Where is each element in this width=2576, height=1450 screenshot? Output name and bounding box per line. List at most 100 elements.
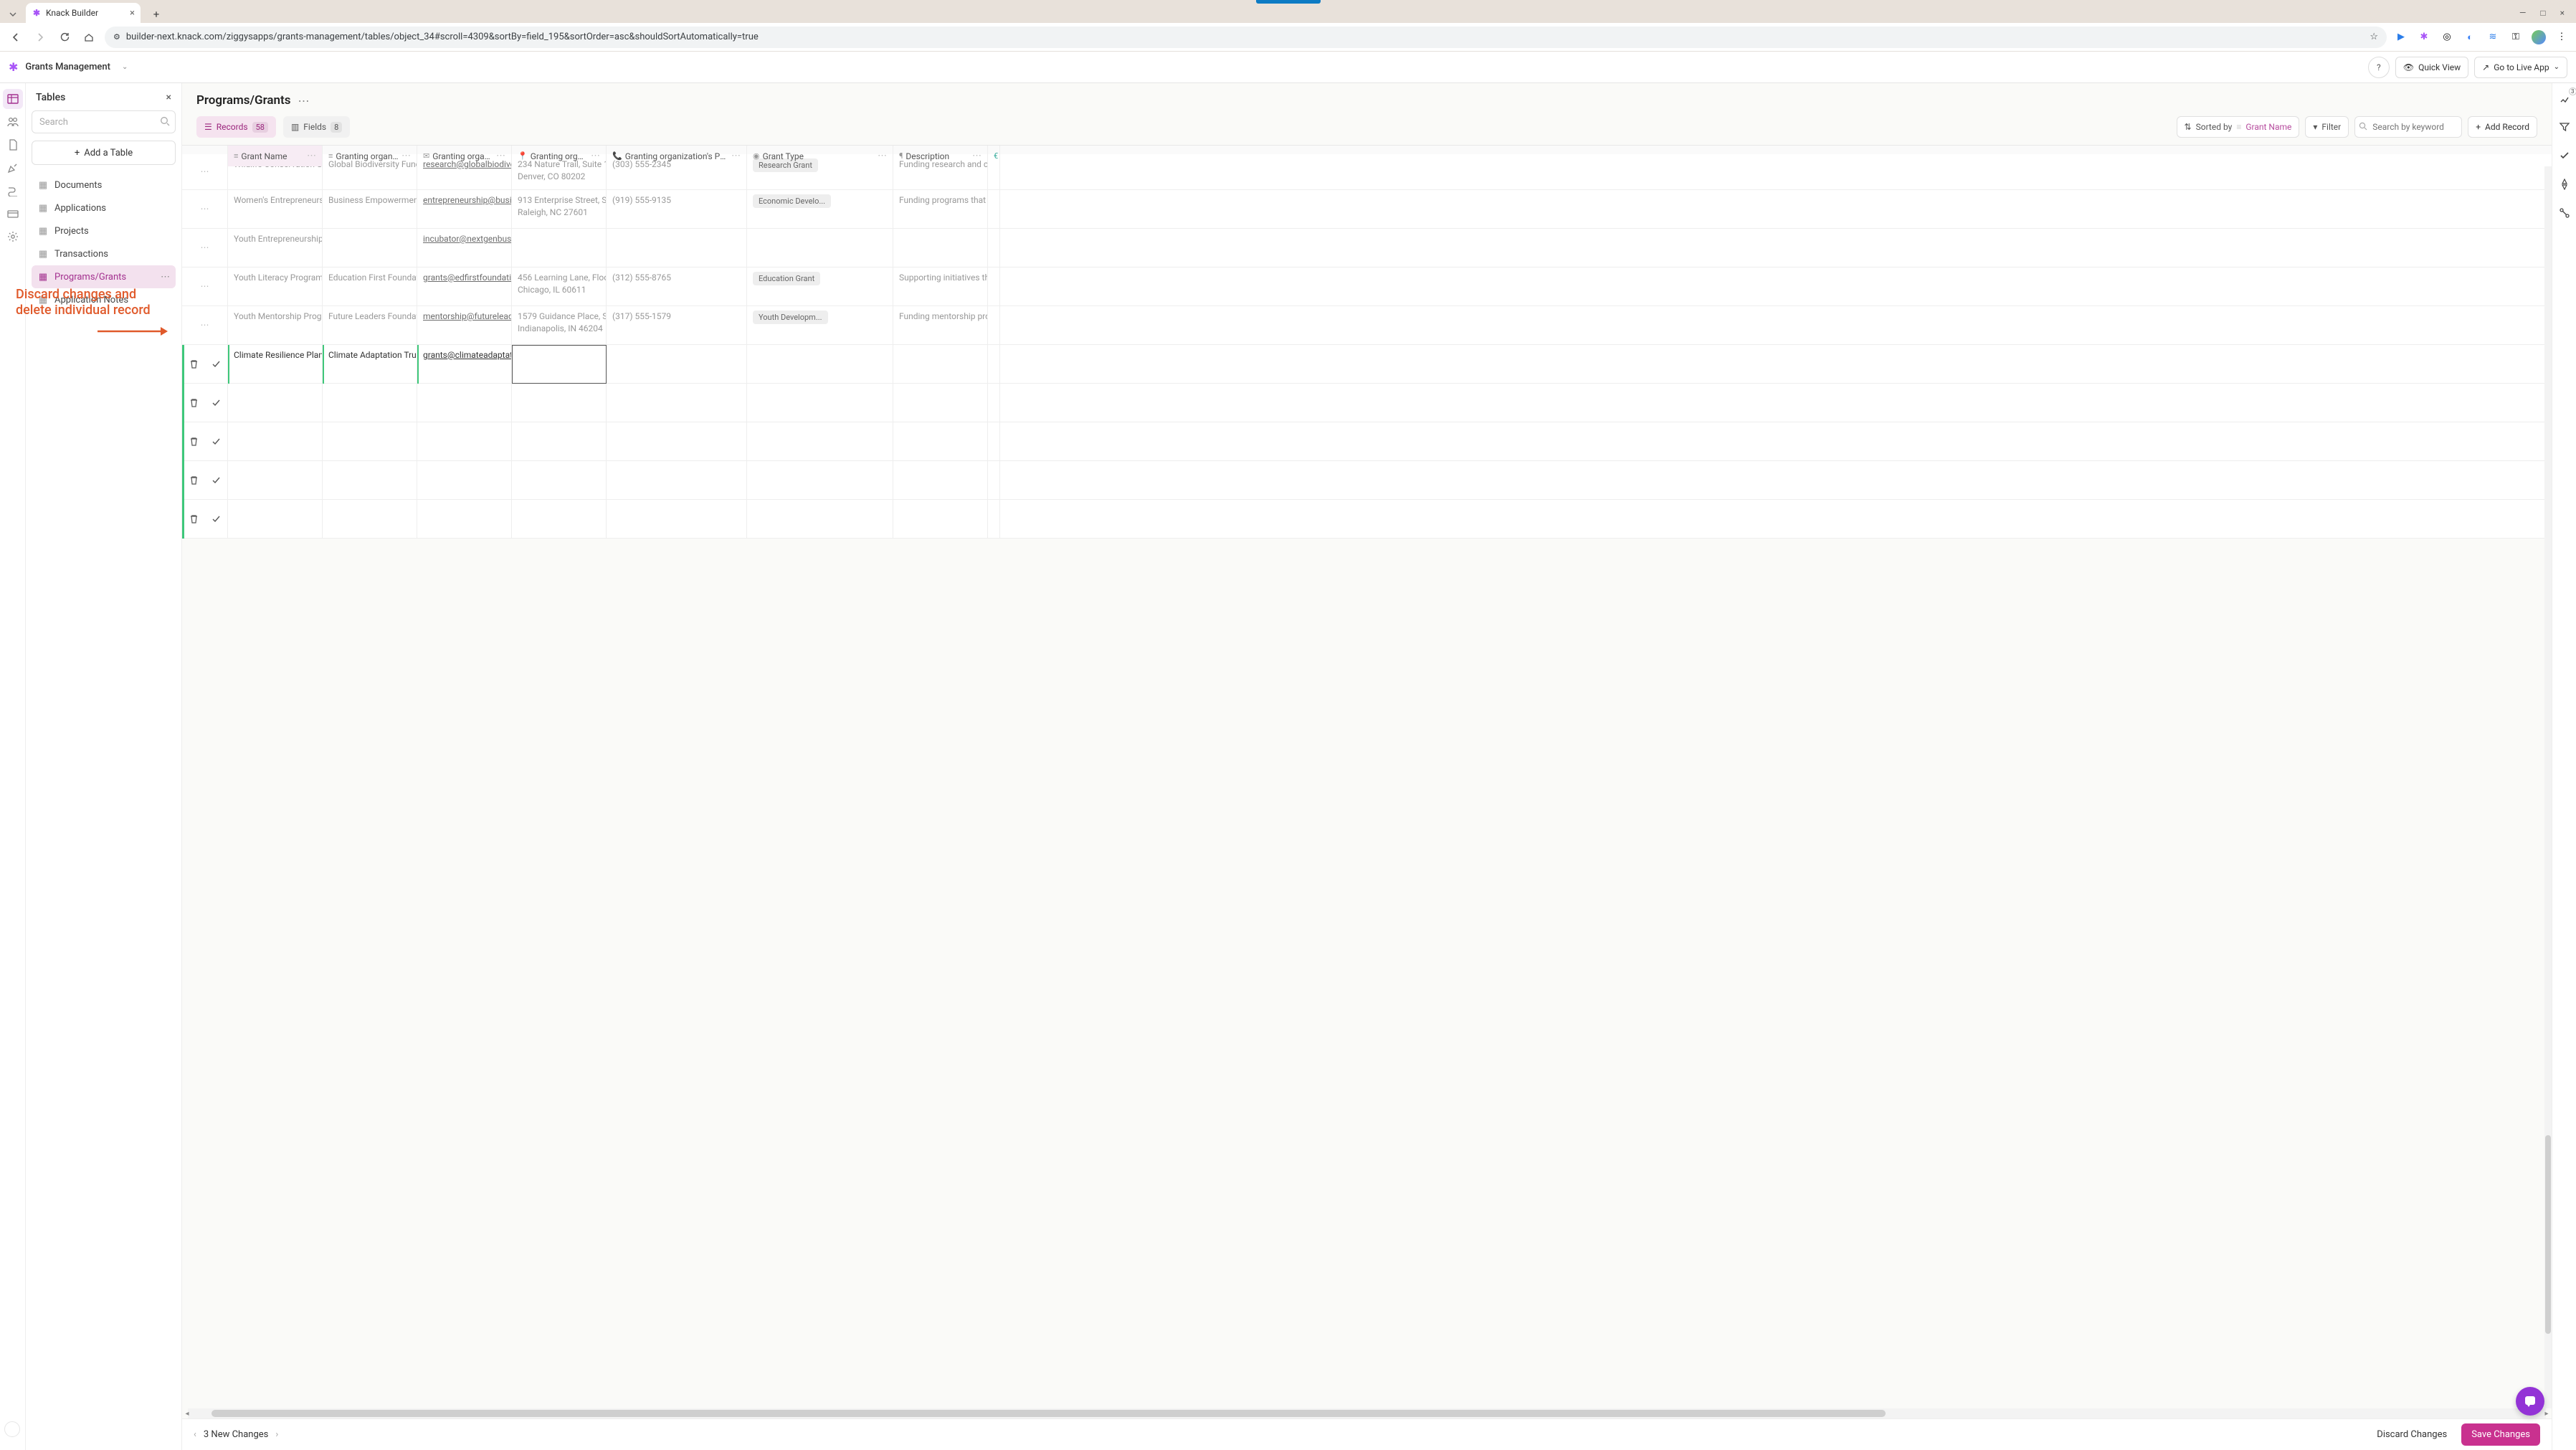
confirm-row-icon[interactable]: [212, 359, 221, 369]
prev-changes-icon[interactable]: ‹: [194, 1429, 196, 1440]
cell-grant-type[interactable]: Youth Developm...: [747, 306, 893, 344]
cell-phone[interactable]: [607, 229, 747, 267]
row-menu-icon[interactable]: ⋯: [182, 306, 228, 344]
new-table-row[interactable]: [182, 384, 2552, 422]
table-row[interactable]: ⋯Youth Mentorship ProgramFuture Leaders …: [182, 306, 2552, 345]
table-row[interactable]: ⋯Youth Literacy ProgramEducation First F…: [182, 267, 2552, 306]
rail-pages-icon[interactable]: [3, 135, 23, 155]
cell-granting-org[interactable]: Future Leaders Foundation: [323, 306, 417, 344]
fields-tab[interactable]: ▥ Fields 8: [283, 116, 350, 138]
forward-button[interactable]: [32, 29, 49, 46]
cell-grant-name[interactable]: Women's Entrepreneursh...: [228, 190, 323, 228]
confirm-row-icon[interactable]: [212, 514, 221, 523]
maximize-icon[interactable]: □: [2540, 8, 2545, 18]
rail-settings-icon[interactable]: [3, 227, 23, 247]
filter-button[interactable]: ▾ Filter: [2305, 116, 2349, 138]
ext-icon-1[interactable]: ▶: [2394, 30, 2408, 44]
rail-connections-icon[interactable]: [2557, 205, 2572, 221]
cell-email[interactable]: mentorship@futureleade...: [417, 306, 512, 344]
keyword-search[interactable]: [2354, 116, 2462, 138]
col-description[interactable]: ¶Description⋯: [893, 146, 988, 166]
reload-button[interactable]: [56, 29, 73, 46]
profile-avatar-icon[interactable]: [2532, 30, 2546, 44]
sidebar-item-projects[interactable]: ▦Projects: [32, 219, 176, 242]
minimize-icon[interactable]: —: [2519, 8, 2526, 18]
close-tab-icon[interactable]: ×: [130, 8, 135, 19]
sidebar-close-icon[interactable]: ×: [166, 92, 171, 103]
sidebar-item-programs-grants[interactable]: ▦Programs/Grants⋯: [32, 265, 176, 288]
cell-email[interactable]: [417, 500, 512, 538]
col-menu-icon[interactable]: ⋯: [878, 151, 887, 161]
cell-description[interactable]: [893, 500, 988, 538]
item-menu-icon[interactable]: ⋯: [161, 272, 170, 283]
sidebar-search-input[interactable]: [32, 110, 176, 133]
cell-phone[interactable]: [607, 345, 747, 383]
cell-granting-org[interactable]: Climate Adaptation Trust: [323, 345, 417, 383]
cell-email[interactable]: entrepreneurship@busin...: [417, 190, 512, 228]
cell-address[interactable]: [512, 461, 607, 499]
cell-description[interactable]: [893, 384, 988, 422]
app-name[interactable]: Grants Management: [25, 62, 110, 72]
cell-granting-org[interactable]: Business Empowerment ...: [323, 190, 417, 228]
cell-description[interactable]: Funding programs that support women entr…: [893, 190, 988, 228]
delete-row-icon[interactable]: [189, 398, 199, 407]
ext-icon-3[interactable]: ◎: [2440, 30, 2454, 44]
sidebar-item-applications[interactable]: ▦Applications: [32, 196, 176, 219]
cell-email[interactable]: grants@climateadaptatio...: [417, 345, 512, 383]
page-menu-icon[interactable]: ⋯: [298, 94, 310, 108]
cell-address[interactable]: 1579 Guidance Place, Suite 3Indianapolis…: [512, 306, 607, 344]
table-row[interactable]: ⋯Women's Entrepreneursh...Business Empow…: [182, 190, 2552, 229]
col-grant-type[interactable]: ◉Grant Type⋯: [747, 146, 893, 166]
rail-payments-icon[interactable]: [3, 204, 23, 224]
records-tab[interactable]: ☰ Records 58: [196, 116, 276, 138]
cell-description[interactable]: [893, 422, 988, 460]
delete-row-icon[interactable]: [189, 359, 199, 369]
col-granting-org-address[interactable]: 📍Granting organizati...⋯: [512, 146, 607, 166]
cell-grant-type[interactable]: Education Grant: [747, 267, 893, 305]
add-table-button[interactable]: + Add a Table: [32, 141, 176, 165]
cell-grant-type[interactable]: [747, 461, 893, 499]
new-tab-button[interactable]: +: [148, 6, 165, 23]
cell-address[interactable]: [512, 500, 607, 538]
sorted-by-control[interactable]: ⇅ Sorted by ≡ Grant Name: [2177, 116, 2300, 138]
horizontal-scrollbar[interactable]: ◂ ▸: [188, 1408, 2546, 1418]
cell-granting-org[interactable]: [323, 384, 417, 422]
sidebar-item-transactions[interactable]: ▦Transactions: [32, 242, 176, 265]
cell-phone[interactable]: [607, 422, 747, 460]
ext-icon-5[interactable]: ≋: [2486, 30, 2500, 44]
rail-rules-icon[interactable]: [2557, 176, 2572, 192]
sidebar-search[interactable]: [32, 110, 176, 133]
quick-view-button[interactable]: 👁 Quick View: [2395, 57, 2468, 78]
cell-description[interactable]: [893, 461, 988, 499]
rail-users-icon[interactable]: [3, 112, 23, 132]
new-table-row[interactable]: [182, 461, 2552, 500]
add-record-button[interactable]: + Add Record: [2468, 116, 2537, 138]
scroll-left-icon[interactable]: ◂: [182, 1408, 192, 1418]
sidebar-item-documents[interactable]: ▦Documents: [32, 174, 176, 196]
col-menu-icon[interactable]: ⋯: [307, 151, 316, 161]
col-menu-icon[interactable]: ⋯: [731, 151, 741, 161]
col-granting-org-name[interactable]: ≡Granting organizati...⋯: [323, 146, 417, 166]
app-name-caret-icon[interactable]: ⌄: [122, 63, 128, 71]
cell-grant-type[interactable]: [747, 422, 893, 460]
rail-filter-icon[interactable]: [2557, 119, 2572, 135]
browser-tab[interactable]: ✱ Knack Builder ×: [26, 3, 141, 23]
cell-granting-org[interactable]: [323, 461, 417, 499]
cell-description[interactable]: Supporting initiatives that promote lite…: [893, 267, 988, 305]
cell-granting-org[interactable]: Education First Foundation: [323, 267, 417, 305]
new-table-row[interactable]: [182, 422, 2552, 461]
cell-phone[interactable]: [607, 384, 747, 422]
cell-email[interactable]: [417, 422, 512, 460]
extensions-icon[interactable]: ⚿: [2509, 30, 2523, 44]
save-changes-button[interactable]: Save Changes: [2461, 1423, 2540, 1446]
cell-email[interactable]: incubator@nextgenbusin...: [417, 229, 512, 267]
cell-description[interactable]: Funding mentorship programs that connect…: [893, 306, 988, 344]
scroll-thumb[interactable]: [212, 1410, 1886, 1417]
cell-address[interactable]: 456 Learning Lane, Floor 5Chicago, IL 60…: [512, 267, 607, 305]
close-window-icon[interactable]: ×: [2560, 8, 2565, 18]
address-bar[interactable]: ⚙ builder-next.knack.com/ziggysapps/gran…: [105, 27, 2387, 48]
delete-row-icon[interactable]: [189, 437, 199, 446]
col-grant-name[interactable]: ≡Grant Name⋯: [228, 146, 323, 166]
delete-row-icon[interactable]: [189, 514, 199, 523]
new-table-row[interactable]: [182, 500, 2552, 539]
